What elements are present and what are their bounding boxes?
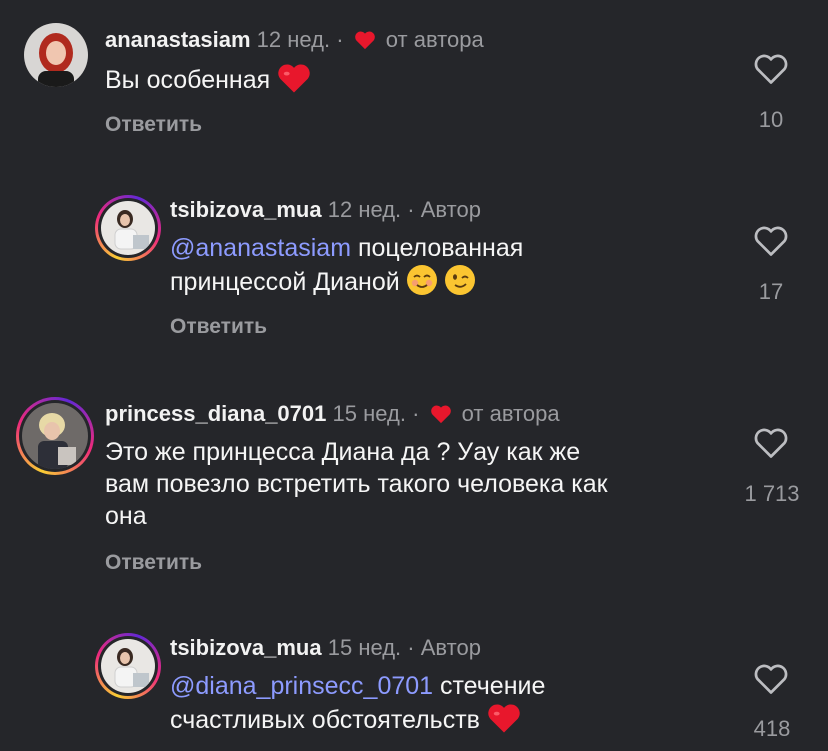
like-count: 418 [753,716,791,741]
comment-body-line1: стечение [440,672,546,700]
separator: · [407,635,415,660]
red-heart-emoji [486,702,522,742]
reply-tsibizova-2: tsibizova_mua 15 нед. · Автор @diana_pri… [0,0,828,751]
comment-meta: tsibizova_mua 15 нед. · Автор [170,634,481,662]
timestamp: 15 нед. [327,635,402,660]
author-badge: Автор [420,635,481,660]
comment-body-line2: счастливых обстоятельств [170,706,480,734]
mention-link[interactable]: @diana_prinsecc_0701 [170,672,433,700]
comment-text: @diana_prinsecc_0701 стечение счастливых… [170,670,545,742]
avatar-story-ring[interactable] [95,633,161,699]
username[interactable]: tsibizova_mua [170,635,322,660]
heart-outline-icon[interactable] [753,662,789,696]
avatar [101,639,155,693]
